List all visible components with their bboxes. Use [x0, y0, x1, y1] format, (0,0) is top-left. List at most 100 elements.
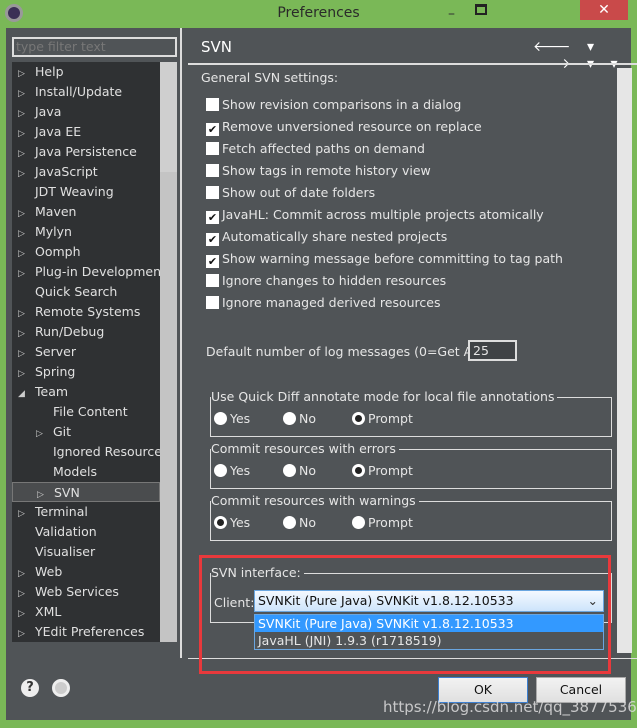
checkbox[interactable] [206, 274, 219, 287]
tree-scrollbar[interactable] [160, 62, 177, 642]
tree-item[interactable]: ▷ Install/Update [12, 82, 160, 102]
expand-arrow-icon[interactable]: ▷ [18, 104, 30, 122]
tree-item[interactable]: ▷ Oomph [12, 242, 160, 262]
expand-arrow-icon[interactable]: ▷ [18, 264, 30, 282]
checkbox-row[interactable]: Fetch affected paths on demand [206, 139, 425, 159]
checkbox-row[interactable]: Show tags in remote history view [206, 161, 431, 181]
radio-button[interactable] [352, 516, 365, 529]
radio-prompt[interactable]: Prompt [352, 411, 413, 426]
expand-arrow-icon[interactable]: ▷ [18, 564, 30, 582]
checkbox[interactable]: ✔ [206, 211, 219, 224]
record-icon[interactable] [52, 679, 70, 697]
checkbox[interactable]: ✔ [206, 233, 219, 246]
tree-item[interactable]: Models [12, 462, 160, 482]
tree-item[interactable]: ▷ Java [12, 102, 160, 122]
expand-arrow-icon[interactable]: ▷ [37, 485, 49, 501]
checkbox-row[interactable]: Show revision comparisons in a dialog [206, 95, 461, 115]
checkbox-row[interactable]: ✔ Show warning message before committing … [206, 249, 563, 269]
checkbox[interactable] [206, 296, 219, 309]
tree-item[interactable]: ▷ Plug-in Development [12, 262, 160, 282]
tree-item[interactable]: ▷ SVN [12, 482, 160, 502]
tree-item[interactable]: JDT Weaving [12, 182, 160, 202]
expand-arrow-icon[interactable]: ▷ [18, 124, 30, 142]
radio-button[interactable] [214, 412, 227, 425]
expand-arrow-icon[interactable]: ◢ [18, 384, 30, 402]
expand-arrow-icon[interactable]: ▷ [18, 304, 30, 322]
expand-arrow-icon[interactable]: ▷ [18, 204, 30, 222]
radio-no[interactable]: No [283, 411, 316, 426]
tree-item[interactable]: ▷ XML [12, 602, 160, 622]
maximize-button[interactable] [475, 4, 487, 15]
tree-item[interactable]: ▷ Git [12, 422, 160, 442]
radio-yes[interactable]: Yes [214, 515, 250, 530]
close-button[interactable]: ✕ [580, 0, 628, 20]
tree-item[interactable]: ▷ YEdit Preferences [12, 622, 160, 642]
checkbox-row[interactable]: ✔ Remove unversioned resource on replace [206, 117, 482, 137]
tree-item[interactable]: ▷ Remote Systems [12, 302, 160, 322]
tree-item[interactable]: ▷ Mylyn [12, 222, 160, 242]
tree-item[interactable]: ▷ Web [12, 562, 160, 582]
radio-button[interactable] [214, 516, 227, 529]
radio-button[interactable] [352, 464, 365, 477]
tree-item[interactable]: ▷ Run/Debug [12, 322, 160, 342]
expand-arrow-icon[interactable]: ▷ [18, 64, 30, 82]
radio-button[interactable] [283, 412, 296, 425]
checkbox-row[interactable]: Ignore managed derived resources [206, 293, 440, 313]
radio-button[interactable] [283, 464, 296, 477]
tree-item[interactable]: Validation [12, 522, 160, 542]
tree-item[interactable]: File Content [12, 402, 160, 422]
expand-arrow-icon[interactable]: ▷ [18, 344, 30, 362]
tree-item[interactable]: ▷ Terminal [12, 502, 160, 522]
radio-prompt[interactable]: Prompt [352, 515, 413, 530]
checkbox[interactable] [206, 186, 219, 199]
tree-item[interactable]: ▷ Maven [12, 202, 160, 222]
checkbox[interactable] [206, 142, 219, 155]
checkbox[interactable] [206, 164, 219, 177]
sash[interactable] [180, 28, 182, 658]
tree-item[interactable]: Visualiser [12, 542, 160, 562]
radio-no[interactable]: No [283, 515, 316, 530]
checkbox-row[interactable]: Ignore changes to hidden resources [206, 271, 446, 291]
checkbox[interactable]: ✔ [206, 123, 219, 136]
expand-arrow-icon[interactable]: ▷ [18, 224, 30, 242]
radio-yes[interactable]: Yes [214, 463, 250, 478]
tree-item[interactable]: ▷ Spring [12, 362, 160, 382]
tree-item[interactable]: ▷ Help [12, 62, 160, 82]
expand-arrow-icon[interactable]: ▷ [18, 244, 30, 262]
expand-arrow-icon[interactable]: ▷ [18, 584, 30, 602]
help-icon[interactable]: ? [21, 679, 39, 697]
expand-arrow-icon[interactable]: ▷ [18, 164, 30, 182]
checkbox[interactable] [206, 98, 219, 111]
radio-button[interactable] [283, 516, 296, 529]
checkbox-row[interactable]: Show out of date folders [206, 183, 375, 203]
expand-arrow-icon[interactable]: ▷ [18, 604, 30, 622]
checkbox-row[interactable]: ✔ Automatically share nested projects [206, 227, 447, 247]
tree-item[interactable]: Ignored Resources [12, 442, 160, 462]
minimize-button[interactable]: – [448, 6, 455, 22]
expand-arrow-icon[interactable]: ▷ [18, 364, 30, 382]
filter-input[interactable]: type filter text [12, 37, 177, 57]
radio-yes[interactable]: Yes [214, 411, 250, 426]
expand-arrow-icon[interactable]: ▷ [18, 144, 30, 162]
tree-item[interactable]: ▷ Server [12, 342, 160, 362]
tree-item[interactable]: Quick Search [12, 282, 160, 302]
content-scrollbar[interactable] [617, 68, 632, 653]
radio-no[interactable]: No [283, 463, 316, 478]
tree-item[interactable]: ▷ Web Services [12, 582, 160, 602]
expand-arrow-icon[interactable]: ▷ [18, 624, 30, 642]
scroll-thumb[interactable] [160, 172, 177, 642]
tree-item[interactable]: ▷ JavaScript [12, 162, 160, 182]
tree-item[interactable]: ▷ Java EE [12, 122, 160, 142]
expand-arrow-icon[interactable]: ▷ [18, 324, 30, 342]
expand-arrow-icon[interactable]: ▷ [36, 424, 48, 442]
expand-arrow-icon[interactable]: ▷ [18, 504, 30, 522]
radio-button[interactable] [214, 464, 227, 477]
tree-item[interactable]: ◢ Team [12, 382, 160, 402]
radio-button[interactable] [352, 412, 365, 425]
checkbox-row[interactable]: ✔ JavaHL: Commit across multiple projects… [206, 205, 544, 225]
tree-item[interactable]: ▷ Java Persistence [12, 142, 160, 162]
log-count-input[interactable]: 25 [468, 340, 517, 361]
checkbox[interactable]: ✔ [206, 255, 219, 268]
expand-arrow-icon[interactable]: ▷ [18, 84, 30, 102]
radio-prompt[interactable]: Prompt [352, 463, 413, 478]
